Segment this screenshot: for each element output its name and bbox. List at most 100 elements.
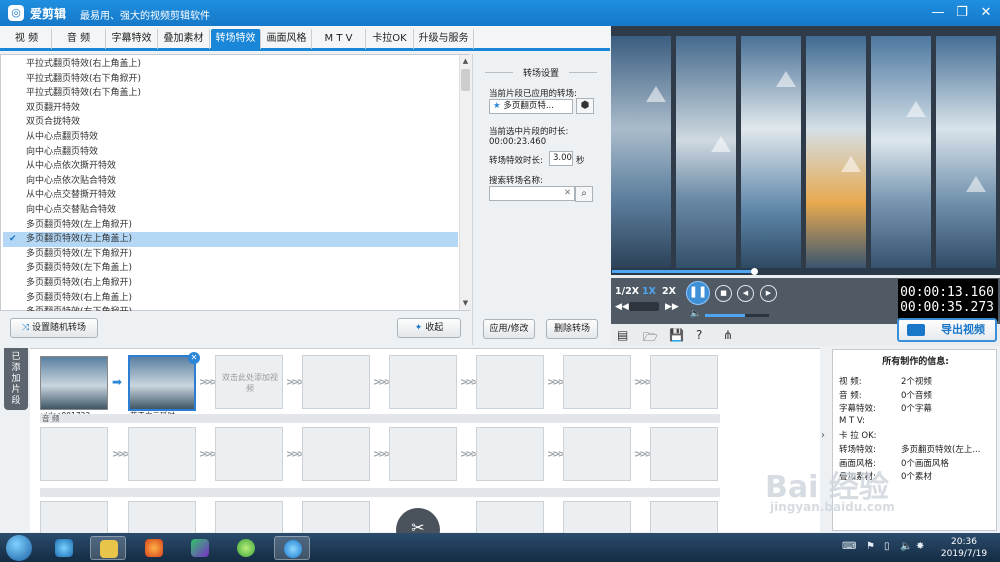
- transition-item[interactable]: 平拉式翻页特效(右上角盖上): [26, 57, 141, 72]
- transition-item[interactable]: 平拉式翻页特效(右下角掀开): [26, 72, 141, 87]
- transition-item[interactable]: 向中心点交替贴合特效: [26, 203, 116, 218]
- empty-slot[interactable]: [476, 355, 544, 409]
- track-slot[interactable]: [40, 501, 108, 535]
- rewind-icon[interactable]: ◀◀: [615, 302, 629, 312]
- audio-slot[interactable]: [563, 427, 631, 481]
- collect-button[interactable]: ✦ 收起: [397, 318, 461, 338]
- taskbar-app[interactable]: [136, 536, 172, 560]
- tab-subtitle[interactable]: 字幕特效: [106, 29, 158, 49]
- keyboard-icon[interactable]: ⌨: [842, 541, 856, 552]
- tab-overlay[interactable]: 叠加素材: [158, 29, 210, 49]
- transition-item-selected[interactable]: ✔ 多页翻页特效(左上角盖上): [3, 232, 458, 247]
- tab-video[interactable]: 视 频: [2, 29, 52, 49]
- video-preview[interactable]: [611, 26, 1000, 268]
- save-icon[interactable]: 💾: [669, 328, 684, 342]
- video-clip[interactable]: video901722...: [40, 356, 108, 420]
- stop-icon[interactable]: ■: [715, 285, 732, 302]
- audio-slot[interactable]: [302, 427, 370, 481]
- cube-icon[interactable]: ⬢: [576, 98, 594, 114]
- taskbar-clock[interactable]: 20:36 2019/7/19: [930, 536, 998, 560]
- scroll-thumb[interactable]: [461, 69, 470, 91]
- empty-slot[interactable]: [302, 355, 370, 409]
- track-slot[interactable]: [563, 501, 631, 535]
- new-project-icon[interactable]: ▤: [617, 328, 628, 342]
- tab-style[interactable]: 画面风格: [262, 29, 312, 49]
- volume-slider[interactable]: [705, 314, 769, 317]
- list-scrollbar[interactable]: ▲ ▼: [459, 55, 470, 310]
- next-frame-icon[interactable]: ▶: [760, 285, 777, 302]
- transition-item[interactable]: 从中心点依次撕开特效: [26, 159, 116, 174]
- help-icon[interactable]: ?: [696, 328, 702, 342]
- speed-half[interactable]: 1/2X: [615, 286, 639, 297]
- audio-slot[interactable]: [650, 427, 718, 481]
- open-folder-icon[interactable]: 🗁: [643, 328, 658, 349]
- video-clip-selected[interactable]: 蓝天白云延时... ✕: [128, 352, 200, 420]
- track-slot[interactable]: [476, 501, 544, 535]
- audio-slot[interactable]: [215, 427, 283, 481]
- transition-item[interactable]: 多页翻页特效(左上角掀开): [26, 218, 132, 233]
- flag-icon[interactable]: ⚑: [866, 541, 875, 552]
- tab-transition[interactable]: 转场特效: [211, 29, 261, 49]
- taskbar-app[interactable]: [274, 536, 310, 560]
- track-slot[interactable]: [302, 501, 370, 535]
- share-icon[interactable]: ⋔: [723, 328, 733, 342]
- track-slot[interactable]: [215, 501, 283, 535]
- forward-icon[interactable]: ▶▶: [665, 302, 679, 312]
- progress-knob[interactable]: [751, 268, 759, 275]
- transition-item[interactable]: 多页翻页特效(左下角掀开): [26, 247, 132, 262]
- tab-mtv[interactable]: M T V: [312, 29, 366, 49]
- transition-item[interactable]: 平拉式翻页特效(右下角盖上): [26, 86, 141, 101]
- close-button[interactable]: ✕: [974, 3, 998, 23]
- tab-audio[interactable]: 音 频: [52, 29, 106, 49]
- transition-item[interactable]: 多页翻页特效(右上角盖上): [26, 291, 132, 306]
- track-slot[interactable]: [128, 501, 196, 535]
- empty-slot[interactable]: [389, 355, 457, 409]
- tab-upgrade[interactable]: 升级与服务: [414, 29, 474, 49]
- add-video-slot[interactable]: 双击此处添加视频: [215, 355, 283, 409]
- search-icon[interactable]: ⌕: [575, 186, 593, 202]
- phone-icon[interactable]: ▯: [884, 541, 890, 552]
- delete-transition-button[interactable]: 删除转场: [546, 319, 598, 339]
- added-clips-tab[interactable]: 已添加片段: [4, 348, 28, 410]
- taskbar-app[interactable]: [90, 536, 126, 560]
- audio-slot[interactable]: [128, 427, 196, 481]
- maximize-button[interactable]: ❐: [950, 3, 974, 23]
- tab-karaoke[interactable]: 卡拉OK: [366, 29, 414, 49]
- previous-frame-icon[interactable]: ◀: [737, 285, 754, 302]
- transition-item[interactable]: 多页翻页特效(左下角盖上): [26, 261, 132, 276]
- speed-normal[interactable]: 1X: [642, 286, 656, 297]
- taskbar-app[interactable]: [182, 536, 218, 560]
- transition-item[interactable]: 双页合拢特效: [26, 115, 80, 130]
- start-button[interactable]: [6, 535, 32, 561]
- transition-item[interactable]: 双页翻开特效: [26, 101, 80, 116]
- transition-item[interactable]: 向中心点翻页特效: [26, 145, 98, 160]
- scroll-down-icon[interactable]: ▼: [460, 298, 471, 309]
- taskbar-app[interactable]: [46, 536, 82, 560]
- export-video-button[interactable]: 导出视频: [897, 318, 997, 342]
- network-icon[interactable]: ✸: [916, 541, 924, 552]
- transition-item[interactable]: 从中心点翻页特效: [26, 130, 98, 145]
- empty-slot[interactable]: [650, 355, 718, 409]
- minimize-button[interactable]: —: [926, 3, 950, 23]
- transition-item[interactable]: 向中心点依次贴合特效: [26, 174, 116, 189]
- track-slot[interactable]: [650, 501, 718, 535]
- clear-icon[interactable]: ✕: [564, 188, 571, 198]
- transition-item[interactable]: 从中心点交替撕开特效: [26, 188, 116, 203]
- jog-wheel[interactable]: [629, 302, 659, 311]
- audio-slot[interactable]: [389, 427, 457, 481]
- random-transition-button[interactable]: ⤨ 设置随机转场: [10, 318, 98, 338]
- search-input[interactable]: [489, 186, 575, 201]
- effect-duration-input[interactable]: 3.00: [549, 151, 573, 166]
- scroll-up-icon[interactable]: ▲: [460, 56, 471, 67]
- audio-slot[interactable]: [476, 427, 544, 481]
- volume-tray-icon[interactable]: 🔈: [900, 541, 912, 552]
- speed-double[interactable]: 2X: [662, 286, 676, 297]
- remove-clip-icon[interactable]: ✕: [188, 352, 200, 364]
- expand-panel-icon[interactable]: ›: [821, 430, 825, 441]
- pause-icon[interactable]: ❚❚: [686, 281, 710, 305]
- apply-button[interactable]: 应用/修改: [483, 319, 535, 339]
- taskbar-app[interactable]: [228, 536, 264, 560]
- empty-slot[interactable]: [563, 355, 631, 409]
- volume-icon[interactable]: 🔈: [690, 309, 701, 319]
- transition-item[interactable]: 多页翻页特效(右上角掀开): [26, 276, 132, 291]
